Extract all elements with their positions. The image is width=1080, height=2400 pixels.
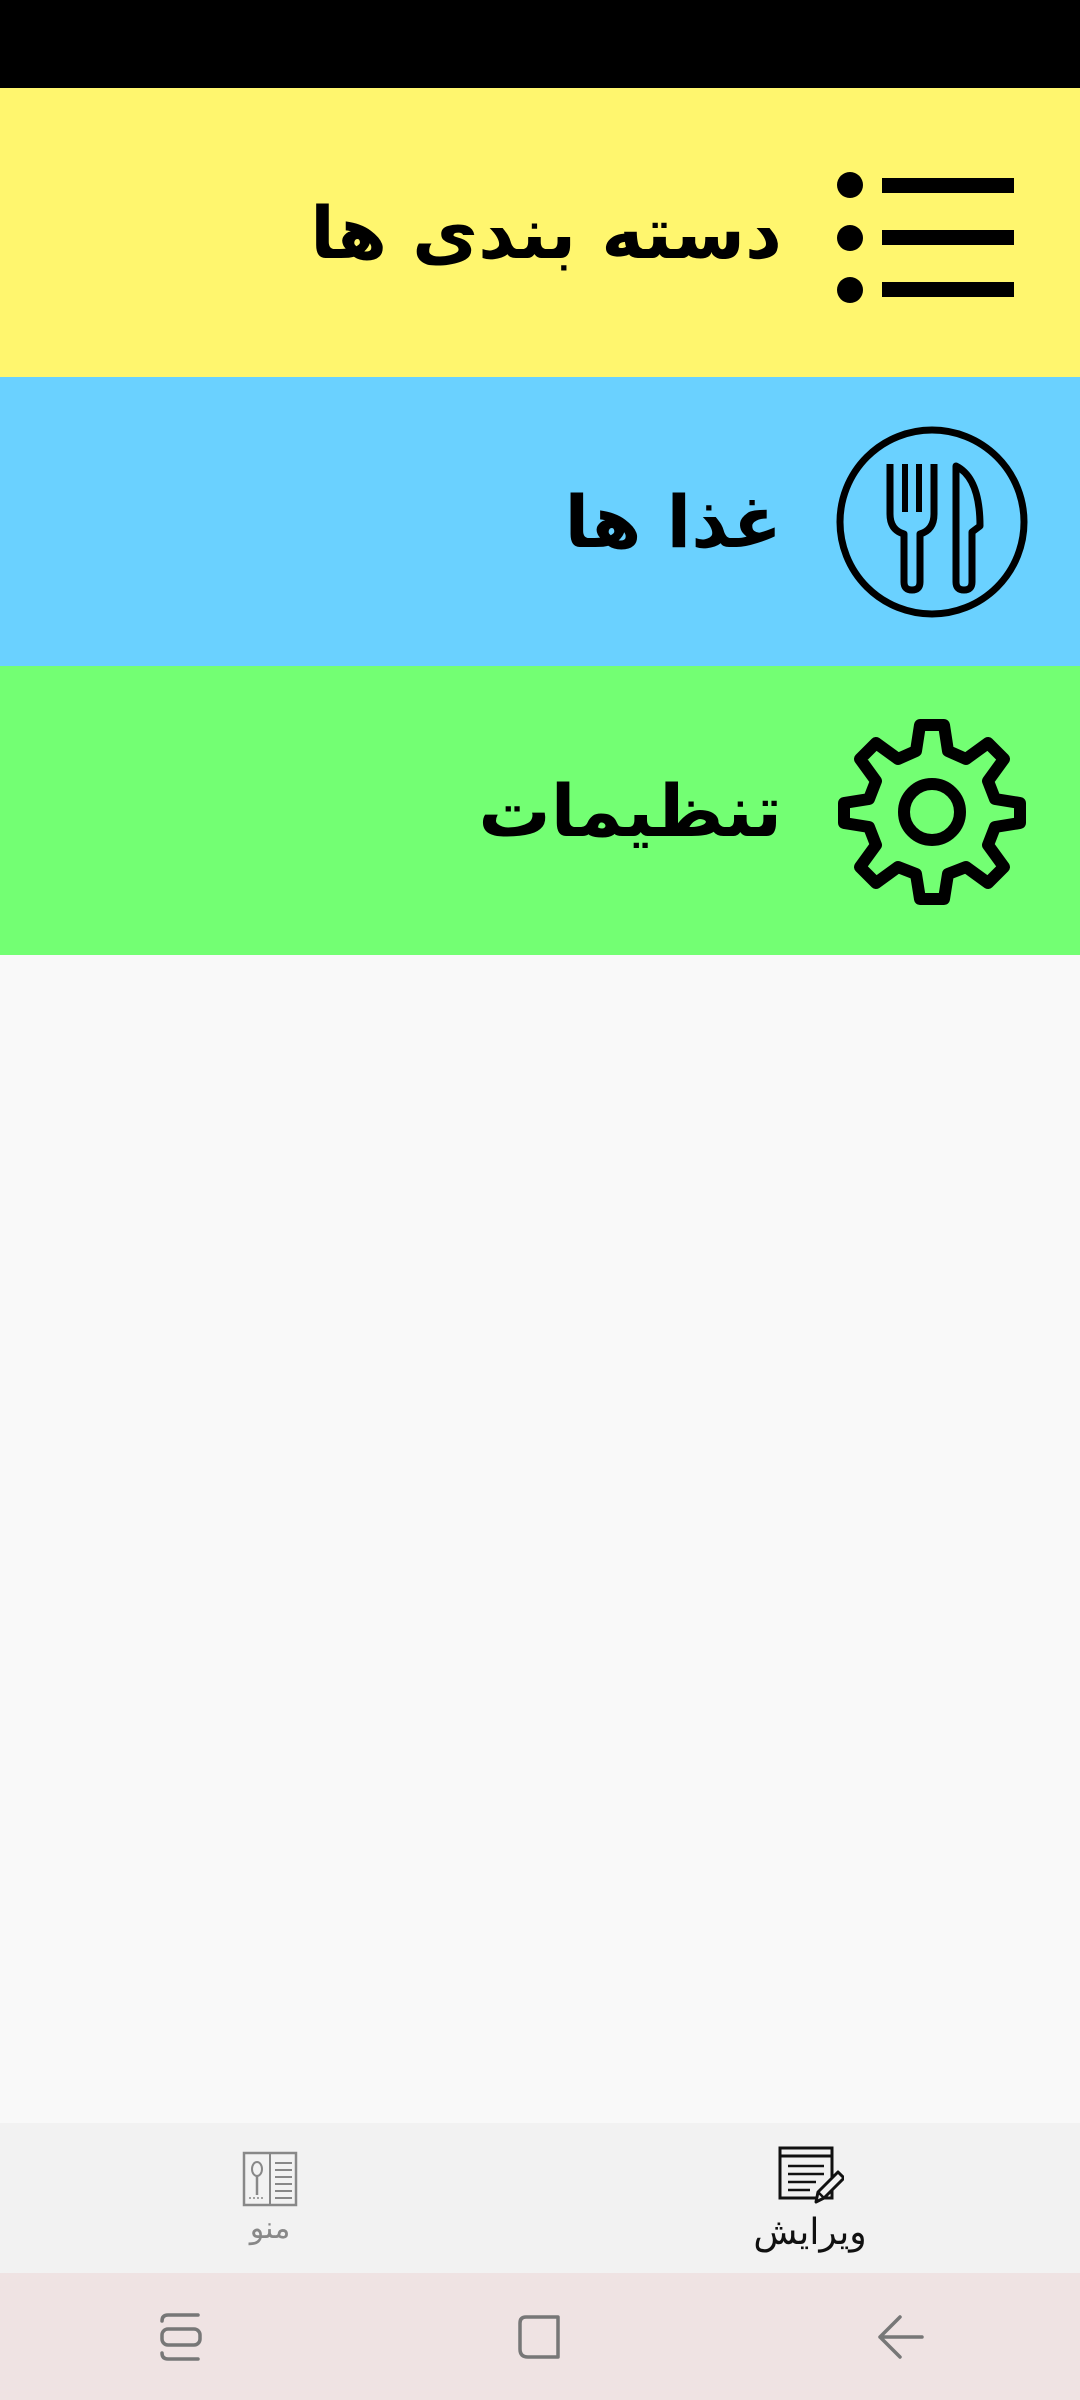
recent-apps-icon <box>160 2312 202 2361</box>
menu-item-settings[interactable]: تنظیمات <box>0 666 1080 955</box>
tab-edit[interactable]: ویرایش <box>540 2123 1080 2273</box>
back-icon <box>878 2314 924 2359</box>
menu-item-label: دسته بندی ها <box>310 190 782 275</box>
menu-item-label: غذا ها <box>564 479 782 564</box>
home-icon <box>518 2314 560 2359</box>
status-bar <box>0 0 1080 88</box>
menu-item-foods[interactable]: غذا ها <box>0 377 1080 666</box>
menu-item-label: تنظیمات <box>478 768 782 853</box>
recent-apps-button[interactable] <box>120 2287 240 2387</box>
tab-label: ویرایش <box>753 2211 867 2253</box>
bottom-navigation: منو ویرایش <box>0 2123 1080 2273</box>
gear-icon <box>838 718 1026 905</box>
edit-document-icon <box>778 2146 844 2203</box>
menu-item-categories[interactable]: دسته بندی ها <box>0 88 1080 377</box>
fork-knife-icon <box>836 426 1028 617</box>
system-navigation-bar <box>0 2273 1080 2400</box>
tab-label: منو <box>249 2210 291 2246</box>
list-icon <box>837 171 1014 303</box>
tab-menu[interactable]: منو <box>0 2123 540 2273</box>
home-button[interactable] <box>480 2287 600 2387</box>
content-area <box>0 955 1080 2123</box>
menu-book-icon <box>242 2151 298 2206</box>
back-button[interactable] <box>840 2287 960 2387</box>
